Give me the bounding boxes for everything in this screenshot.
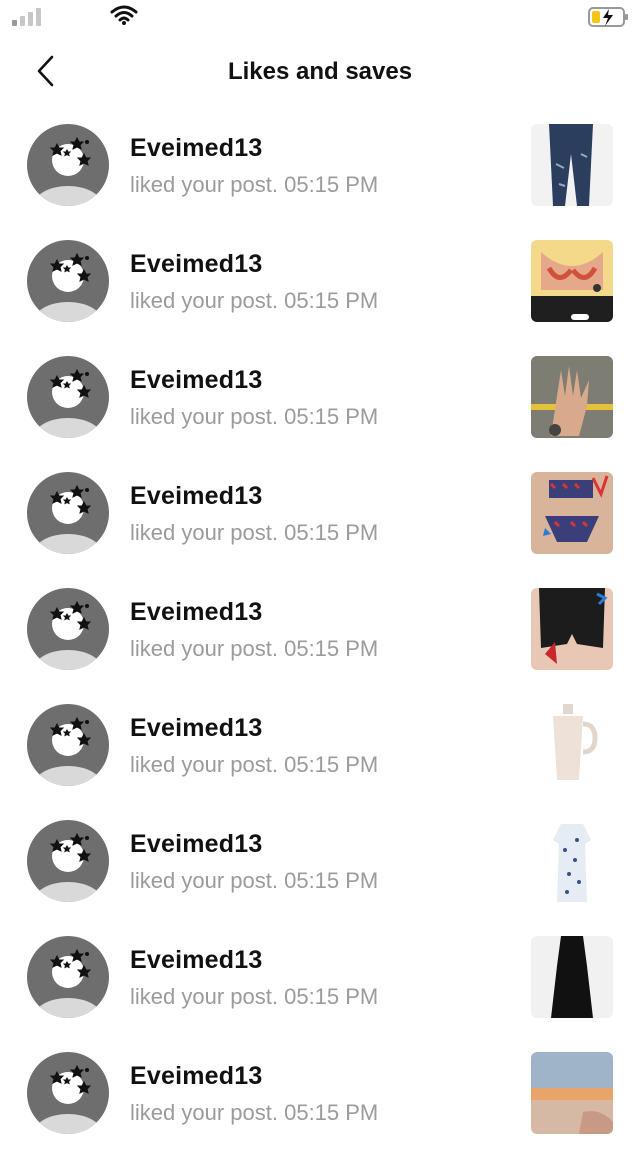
username[interactable]: Eveimed13: [130, 946, 262, 975]
post-thumbnail[interactable]: [531, 124, 613, 206]
avatar[interactable]: [27, 820, 109, 902]
avatar[interactable]: [27, 472, 109, 554]
post-thumbnail[interactable]: [531, 356, 613, 438]
username[interactable]: Eveimed13: [130, 482, 262, 511]
action-text: liked your post.: [130, 1100, 278, 1125]
timestamp: 05:15 PM: [284, 868, 379, 893]
notification-row[interactable]: Eveimed13 liked your post. 05:15 PM: [0, 116, 640, 232]
activity-text: liked your post. 05:15 PM: [130, 752, 378, 778]
post-thumbnail[interactable]: [531, 1052, 613, 1134]
page-title: Likes and saves: [227, 58, 413, 85]
timestamp: 05:15 PM: [284, 404, 379, 429]
activity-text: liked your post. 05:15 PM: [130, 868, 378, 894]
wifi-icon: [110, 5, 138, 25]
username[interactable]: Eveimed13: [130, 1062, 262, 1091]
username[interactable]: Eveimed13: [130, 134, 262, 163]
header: Likes and saves: [0, 40, 640, 106]
post-thumbnail[interactable]: [531, 588, 613, 670]
notification-list: Eveimed13 liked your post. 05:15 PM Evei…: [0, 116, 640, 1160]
timestamp: 05:15 PM: [284, 288, 379, 313]
avatar[interactable]: [27, 124, 109, 206]
action-text: liked your post.: [130, 288, 278, 313]
activity-text: liked your post. 05:15 PM: [130, 172, 378, 198]
post-thumbnail[interactable]: [531, 240, 613, 322]
status-bar: [0, 0, 640, 36]
post-thumbnail[interactable]: [531, 704, 613, 786]
avatar[interactable]: [27, 936, 109, 1018]
avatar[interactable]: [27, 240, 109, 322]
notification-row[interactable]: Eveimed13 liked your post. 05:15 PM: [0, 812, 640, 928]
activity-text: liked your post. 05:15 PM: [130, 520, 378, 546]
timestamp: 05:15 PM: [284, 520, 379, 545]
notification-row[interactable]: Eveimed13 liked your post. 05:15 PM: [0, 928, 640, 1044]
action-text: liked your post.: [130, 984, 278, 1009]
timestamp: 05:15 PM: [284, 752, 379, 777]
action-text: liked your post.: [130, 868, 278, 893]
avatar[interactable]: [27, 704, 109, 786]
avatar[interactable]: [27, 1052, 109, 1134]
activity-text: liked your post. 05:15 PM: [130, 404, 378, 430]
timestamp: 05:15 PM: [284, 636, 379, 661]
notification-row[interactable]: Eveimed13 liked your post. 05:15 PM: [0, 232, 640, 348]
username[interactable]: Eveimed13: [130, 830, 262, 859]
post-thumbnail[interactable]: [531, 936, 613, 1018]
action-text: liked your post.: [130, 752, 278, 777]
activity-text: liked your post. 05:15 PM: [130, 984, 378, 1010]
timestamp: 05:15 PM: [284, 172, 379, 197]
avatar[interactable]: [27, 356, 109, 438]
cellular-signal-icon: [12, 6, 42, 26]
activity-text: liked your post. 05:15 PM: [130, 1100, 378, 1126]
post-thumbnail[interactable]: [531, 472, 613, 554]
username[interactable]: Eveimed13: [130, 598, 262, 627]
action-text: liked your post.: [130, 172, 278, 197]
action-text: liked your post.: [130, 520, 278, 545]
notification-row[interactable]: Eveimed13 liked your post. 05:15 PM: [0, 1044, 640, 1160]
avatar[interactable]: [27, 588, 109, 670]
username[interactable]: Eveimed13: [130, 714, 262, 743]
post-thumbnail[interactable]: [531, 820, 613, 902]
notification-row[interactable]: Eveimed13 liked your post. 05:15 PM: [0, 348, 640, 464]
notification-row[interactable]: Eveimed13 liked your post. 05:15 PM: [0, 464, 640, 580]
battery-charging-icon: [588, 7, 628, 27]
notification-row[interactable]: Eveimed13 liked your post. 05:15 PM: [0, 696, 640, 812]
timestamp: 05:15 PM: [284, 984, 379, 1009]
activity-text: liked your post. 05:15 PM: [130, 288, 378, 314]
action-text: liked your post.: [130, 636, 278, 661]
username[interactable]: Eveimed13: [130, 250, 262, 279]
action-text: liked your post.: [130, 404, 278, 429]
timestamp: 05:15 PM: [284, 1100, 379, 1125]
notification-row[interactable]: Eveimed13 liked your post. 05:15 PM: [0, 580, 640, 696]
username[interactable]: Eveimed13: [130, 366, 262, 395]
activity-text: liked your post. 05:15 PM: [130, 636, 378, 662]
